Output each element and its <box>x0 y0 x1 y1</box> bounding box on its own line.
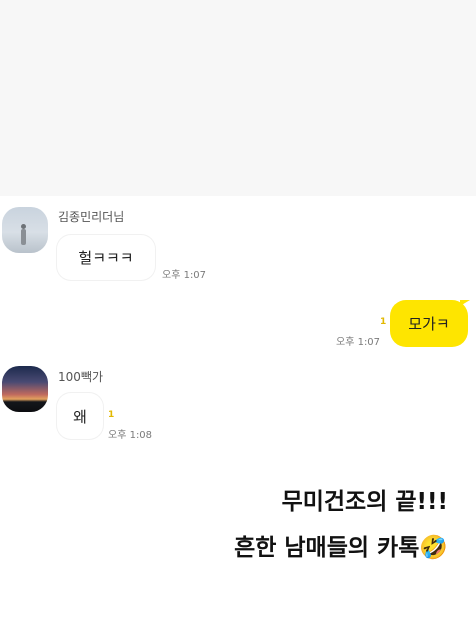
avatar-sender-1[interactable] <box>2 207 48 253</box>
message-time-2: 오후 1:07 <box>336 337 381 348</box>
avatar-person-figure <box>21 229 26 245</box>
message-time-1: 오후 1:07 <box>162 270 207 281</box>
sender-name-1: 김종민리더님 <box>58 210 125 224</box>
message-bubble-3[interactable]: 왜 <box>57 393 103 439</box>
caption-line-2: 흔한 남매들의 카톡🤣 <box>234 528 448 562</box>
message-bubble-2[interactable]: 모가ㅋ <box>390 300 468 347</box>
blank-top-area <box>0 0 476 196</box>
sender-name-2: 100빽가 <box>58 370 103 384</box>
message-bubble-1[interactable]: 헐ㅋㅋㅋ <box>57 235 155 280</box>
caption-line-2-text: 흔한 남매들의 카톡 <box>234 535 420 561</box>
rofl-emoji-icon: 🤣 <box>419 535 448 561</box>
avatar-sender-2[interactable] <box>2 366 48 412</box>
unread-count-3: 1 <box>108 410 115 420</box>
outgoing-bubble-tail <box>460 300 470 306</box>
message-time-3: 오후 1:08 <box>108 430 153 441</box>
unread-count-2: 1 <box>380 317 387 327</box>
caption-line-1: 무미건조의 끝!!! <box>281 489 448 515</box>
